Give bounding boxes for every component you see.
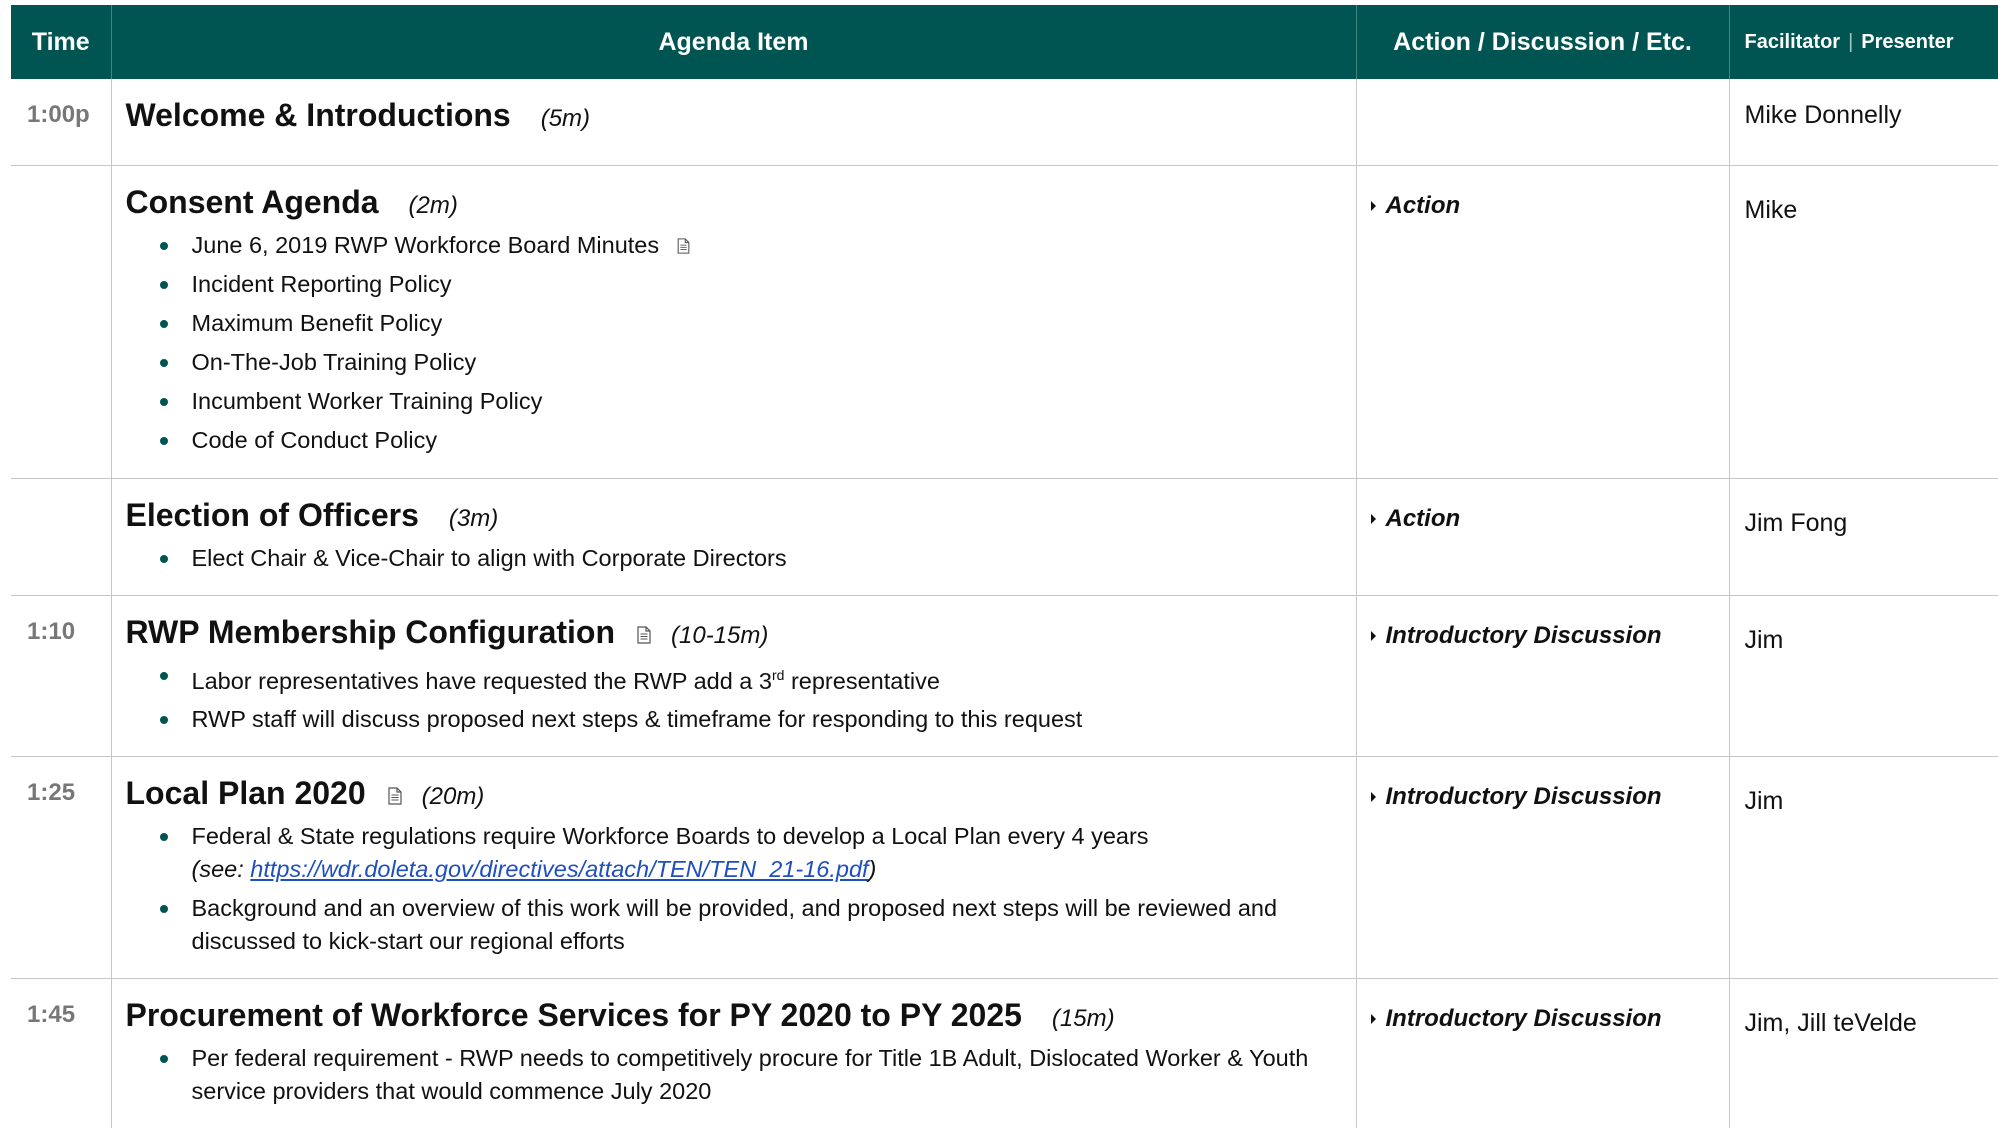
row-facilitator: Mike [1728, 164, 1998, 478]
row-facilitator: Jim Fong [1728, 477, 1998, 595]
triangle-right-icon [1370, 200, 1376, 211]
row-item: Welcome & Introductions (5m) [110, 79, 1356, 165]
document-icon[interactable] [637, 626, 651, 644]
bullet-list: Elect Chair & Vice-Chair to align with C… [126, 542, 1336, 575]
bullet-icon [159, 1055, 168, 1064]
list-item: June 6, 2019 RWP Workforce Board Minutes [126, 229, 1336, 262]
bullet-icon [159, 436, 168, 445]
row-action [1355, 79, 1729, 165]
header-separator: | [1848, 30, 1854, 53]
bullet-icon [159, 905, 168, 914]
row-facilitator: Jim, Jill teVelde [1728, 978, 1998, 1128]
row-action: Introductory Discussion [1355, 756, 1729, 979]
agenda-row: 1:45 Procurement of Workforce Services f… [11, 978, 1998, 1128]
agenda-row: 1:25 Local Plan 2020 (20m) Federal & Sta… [11, 756, 1998, 979]
bullet-icon [159, 319, 168, 328]
action-label: Introductory Discussion [1385, 783, 1662, 811]
row-time: 1:45 [11, 978, 111, 1128]
bullet-list: Federal & State regulations require Work… [126, 820, 1336, 958]
agenda-item-duration: (3m) [448, 504, 499, 532]
agenda-item-duration: (2m) [408, 191, 458, 219]
document-icon[interactable] [388, 787, 402, 805]
bullet-icon [159, 280, 168, 289]
list-item: Code of Conduct Policy [126, 424, 1336, 457]
row-time: 1:00p [27, 101, 90, 128]
action-label: Action [1385, 191, 1461, 219]
bullet-icon [159, 358, 168, 367]
list-item: Per federal requirement - RWP needs to c… [126, 1042, 1336, 1108]
agenda-row: Consent Agenda (2m) June 6, 2019 RWP Wor… [11, 164, 1998, 478]
list-item: Background and an overview of this work … [126, 892, 1336, 958]
row-time: 1:25 [11, 756, 111, 979]
header-facilitator: Facilitator [1744, 30, 1841, 53]
bullet-icon [159, 241, 168, 250]
list-item: Federal & State regulations require Work… [126, 820, 1336, 886]
header-row: Time Agenda Item Action / Discussion / E… [11, 5, 1998, 79]
header-time: Time [11, 5, 111, 79]
bullet-icon [159, 671, 168, 680]
agenda-item-title: Procurement of Workforce Services for PY… [125, 997, 1022, 1034]
bullet-icon [159, 716, 168, 725]
row-action: Introductory Discussion [1355, 594, 1729, 757]
bullet-icon [159, 397, 168, 406]
row-item: Consent Agenda (2m) June 6, 2019 RWP Wor… [110, 164, 1356, 478]
triangle-right-icon [1370, 1014, 1376, 1025]
row-time [11, 477, 111, 595]
bullet-list: June 6, 2019 RWP Workforce Board Minutes… [126, 229, 1336, 457]
agenda-row: 1:00p Welcome & Introductions (5m) Mike … [11, 79, 1998, 165]
list-item: Incident Reporting Policy [126, 268, 1336, 301]
agenda-item-title: Consent Agenda [125, 183, 379, 220]
row-action: Action [1355, 477, 1729, 595]
list-item: On-The-Job Training Policy [126, 346, 1336, 379]
triangle-right-icon [1370, 513, 1376, 524]
agenda-item-title: Welcome & Introductions [125, 97, 511, 133]
header-agenda-item: Agenda Item [110, 5, 1356, 79]
bullet-list: Per federal requirement - RWP needs to c… [126, 1042, 1336, 1108]
agenda-item-duration: (5m) [540, 105, 591, 132]
header-presenter: Presenter [1861, 30, 1954, 53]
row-facilitator: Jim [1728, 594, 1998, 757]
row-facilitator: Jim [1728, 756, 1998, 979]
row-action: Action [1355, 164, 1729, 478]
triangle-right-icon [1370, 630, 1376, 641]
action-label: Introductory Discussion [1385, 1005, 1662, 1033]
agenda-row: Election of Officers (3m) Elect Chair & … [11, 477, 1998, 595]
list-item: RWP staff will discuss proposed next ste… [126, 703, 1336, 736]
list-item: Incumbent Worker Training Policy [126, 385, 1336, 418]
agenda-item-title: Local Plan 2020 [125, 775, 366, 812]
row-item: Procurement of Workforce Services for PY… [110, 978, 1356, 1128]
bullet-list: Labor representatives have requested the… [126, 659, 1336, 737]
bullet-icon [159, 554, 168, 563]
row-item: RWP Membership Configuration (10-15m) La… [110, 594, 1356, 757]
plan-link[interactable]: https://wdr.doleta.gov/directives/attach… [250, 856, 868, 882]
row-time [11, 164, 111, 478]
agenda-item-title: Election of Officers [125, 496, 419, 533]
triangle-right-icon [1370, 792, 1376, 803]
row-item: Election of Officers (3m) Elect Chair & … [110, 477, 1356, 595]
agenda-table: Time Agenda Item Action / Discussion / E… [11, 5, 1998, 1128]
list-item: Elect Chair & Vice-Chair to align with C… [126, 542, 1336, 575]
agenda-row: 1:10 RWP Membership Configuration (10-15… [11, 594, 1998, 757]
agenda-item-duration: (20m) [421, 783, 485, 811]
agenda-item-duration: (15m) [1051, 1005, 1115, 1033]
bullet-icon [159, 833, 168, 842]
row-item: Local Plan 2020 (20m) Federal & State re… [110, 756, 1356, 979]
row-facilitator: Mike Donnelly [1728, 79, 1998, 165]
action-label: Introductory Discussion [1385, 621, 1662, 649]
agenda-item-title: RWP Membership Configuration [125, 613, 616, 650]
list-item: Labor representatives have requested the… [126, 659, 1336, 698]
list-item: Maximum Benefit Policy [126, 307, 1336, 340]
see-reference: (see: https://wdr.doleta.gov/directives/… [191, 856, 877, 883]
document-icon[interactable] [677, 238, 690, 254]
row-action: Introductory Discussion [1355, 978, 1729, 1128]
header-facilitator-presenter: Facilitator | Presenter [1728, 5, 1998, 79]
agenda-item-duration: (10-15m) [671, 621, 769, 649]
action-label: Action [1385, 504, 1461, 532]
header-action: Action / Discussion / Etc. [1355, 5, 1729, 79]
row-time: 1:10 [11, 594, 111, 757]
